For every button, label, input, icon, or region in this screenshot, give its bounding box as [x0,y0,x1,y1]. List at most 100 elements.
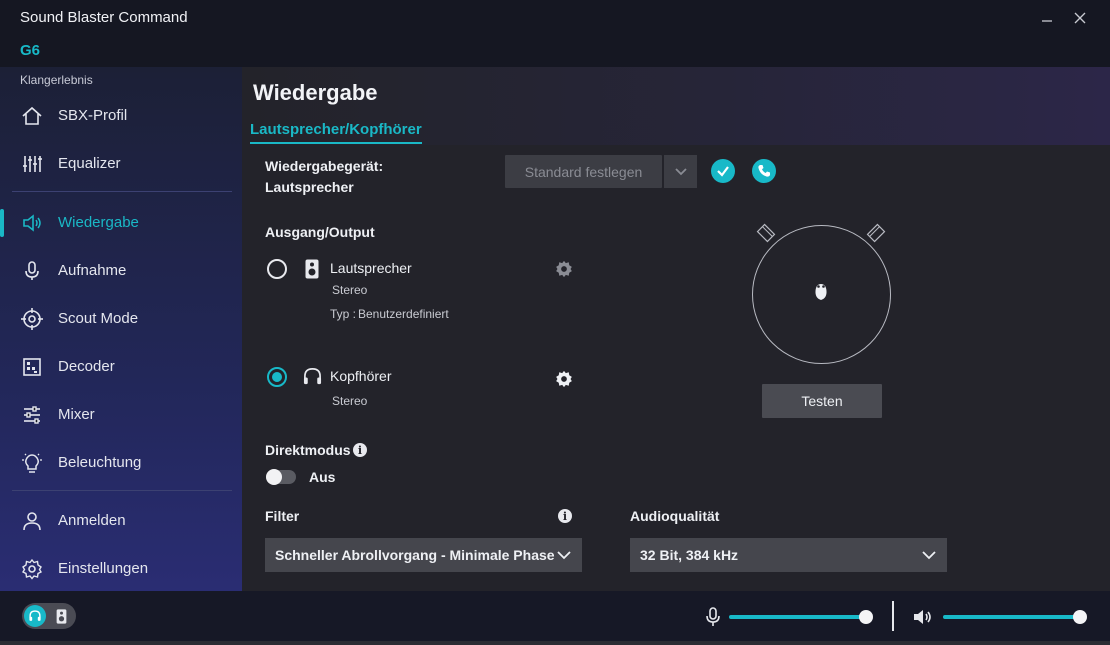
speaker-mode-option [52,607,70,625]
sidebar-item-label: Aufnahme [58,262,127,279]
close-icon [1074,12,1086,24]
filter-select[interactable]: Schneller Abrollvorgang - Minimale Phase [265,538,582,572]
sidebar-item-label: Equalizer [58,155,121,172]
output-name-headphones: Kopfhörer [330,368,392,384]
microphone-level-slider[interactable] [729,615,866,619]
close-button[interactable] [1068,6,1092,30]
user-icon [23,512,41,531]
sidebar-item-mixer[interactable]: Mixer [0,393,242,437]
device-name[interactable]: G6 [20,42,40,59]
volume-icon[interactable] [912,607,934,627]
sidebar: Klangerlebnis SBX-Profil Equalizer Wiede… [0,67,242,591]
microphone-icon [25,261,39,280]
sidebar-item-beleuchtung[interactable]: Beleuchtung [0,441,242,485]
crosshair-icon [21,308,43,330]
sidebar-item-einstellungen[interactable]: Einstellungen [0,547,242,591]
minimize-button[interactable] [1035,6,1059,30]
sidebar-divider [12,191,232,192]
default-dropdown-button[interactable] [664,155,697,188]
speaker-box-icon [56,608,66,624]
phone-icon [758,165,770,177]
output-type-label: Typ : [330,307,357,321]
direct-mode-label: Direktmodus [265,442,351,458]
sidebar-item-label: Mixer [58,406,95,423]
sidebar-item-sbx-profil[interactable]: SBX-Profil [0,94,242,138]
headphones-icon [303,368,322,385]
sidebar-item-label: SBX-Profil [58,107,128,124]
speaker-box-icon [305,259,319,279]
filter-info-icon[interactable]: i [558,509,572,523]
output-radio-speakers[interactable] [267,259,287,279]
decoder-icon [23,358,41,376]
audio-quality-label: Audioqualität [630,508,720,524]
tab-lautsprecher-kopfhoerer[interactable]: Lautsprecher/Kopfhörer [250,121,422,144]
test-button[interactable]: Testen [762,384,882,418]
headphones-settings-gear-icon[interactable] [555,370,573,388]
headphones-mode-knob [24,605,46,627]
headphones-icon [29,610,41,621]
device-bar: G6 [0,36,1110,67]
sidebar-item-label: Einstellungen [58,560,149,577]
filter-select-value: Schneller Abrollvorgang - Minimale Phase [275,547,555,563]
mixer-icon [24,406,40,424]
sidebar-item-label: Decoder [58,358,115,375]
output-radio-headphones[interactable] [267,367,287,387]
set-default-button[interactable]: Standard festlegen [505,155,662,188]
microphone-icon[interactable] [705,607,721,627]
speaker-settings-gear-icon[interactable] [555,260,573,278]
playback-device-value: Lautsprecher [265,179,354,195]
audio-quality-select[interactable]: 32 Bit, 384 kHz [630,538,947,572]
minimize-icon [1042,20,1052,22]
title-bar: Sound Blaster Command [0,0,1110,36]
default-communication-button[interactable] [752,159,776,183]
sidebar-item-label: Wiedergabe [58,214,139,231]
default-device-check-button[interactable] [711,159,735,183]
direct-mode-info-icon[interactable]: i [353,443,367,457]
right-speaker-marker-icon [866,223,886,243]
sidebar-item-wiedergabe[interactable]: Wiedergabe [0,201,242,245]
equalizer-icon [23,156,42,172]
home-icon [22,106,42,125]
taskbar-strip [0,641,1110,645]
volume-level-slider[interactable] [943,615,1080,619]
sidebar-item-scout-mode[interactable]: Scout Mode [0,297,242,341]
direct-mode-state: Aus [309,469,336,485]
microphone-level-thumb[interactable] [859,610,873,624]
output-section-label: Ausgang/Output [265,224,375,240]
check-icon [717,166,729,177]
output-mode-headphones: Stereo [332,394,368,408]
app-window: Sound Blaster Command G6 Klangerlebnis S… [0,0,1110,645]
sidebar-section-label: Klangerlebnis [20,73,93,87]
sidebar-item-label: Beleuchtung [58,454,142,471]
chevron-down-icon [557,551,571,560]
sidebar-divider [12,490,232,491]
sidebar-item-aufnahme[interactable]: Aufnahme [0,249,242,293]
bottom-bar [0,591,1110,641]
chevron-down-icon [922,551,936,560]
direct-mode-toggle[interactable] [266,469,296,485]
gear-icon [22,558,42,580]
bulb-icon [22,453,42,473]
playback-device-label: Wiedergabegerät: [265,158,384,174]
chevron-down-icon [674,167,687,175]
sidebar-item-anmelden[interactable]: Anmelden [0,499,242,543]
audio-quality-select-value: 32 Bit, 384 kHz [640,547,739,563]
output-mode-speakers: Stereo [332,283,368,297]
output-type-value: Benutzerdefiniert [358,307,449,321]
bottom-separator [892,601,894,631]
volume-level-thumb[interactable] [1073,610,1087,624]
sidebar-item-label: Scout Mode [58,310,139,327]
filter-label: Filter [265,508,300,524]
output-mode-switch[interactable] [22,603,76,629]
speaker-icon [23,214,41,232]
main-panel: Wiedergabe Lautsprecher/Kopfhörer Wieder… [242,67,1110,591]
sidebar-item-label: Anmelden [58,512,126,529]
page-title: Wiedergabe [253,80,378,105]
left-speaker-marker-icon [756,223,776,243]
main-header: Wiedergabe Lautsprecher/Kopfhörer [242,67,1110,145]
listener-head-icon [815,284,827,300]
output-name-speakers: Lautsprecher [330,260,412,276]
sidebar-item-equalizer[interactable]: Equalizer [0,142,242,186]
app-title: Sound Blaster Command [20,9,188,26]
sidebar-item-decoder[interactable]: Decoder [0,345,242,389]
